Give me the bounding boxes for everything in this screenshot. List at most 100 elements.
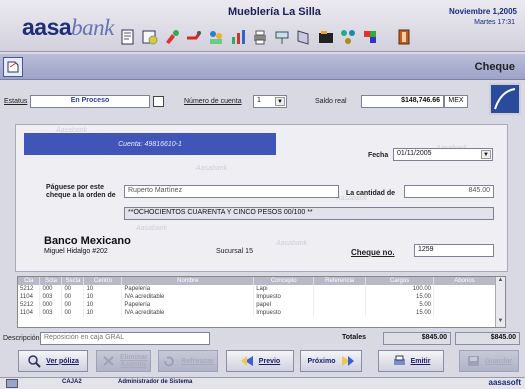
eliminar-asiento-label: Eliminar Asiento <box>120 354 148 368</box>
proximo-button[interactable]: Próximo <box>300 350 362 372</box>
save-icon <box>467 356 479 366</box>
table-cell: 10 <box>83 293 123 301</box>
amount-words-field: **OCHOCIENTOS CUARENTA Y CINCO PESOS 00/… <box>124 207 494 220</box>
column-header[interactable]: Sscta <box>61 277 85 285</box>
table-cell <box>433 285 496 293</box>
fecha-select[interactable]: 01/11/2005 ▼ <box>393 148 493 161</box>
logo-bank: bank <box>71 15 114 40</box>
scroll-down-icon[interactable]: ▼ <box>496 318 505 327</box>
column-header[interactable]: Cta <box>18 277 41 285</box>
header: aasabank Mueblería La Silla Noviembre 1,… <box>0 0 525 52</box>
table-cell: Impuesto <box>253 293 315 301</box>
column-header[interactable]: Centro <box>83 277 123 285</box>
ver-poliza-button[interactable]: Ver póliza <box>18 350 88 372</box>
table-cell <box>313 285 367 293</box>
bank-address: Miguel Hidalgo #202 <box>44 248 108 255</box>
emitir-label: Emitir <box>410 357 431 365</box>
signature-icon[interactable] <box>489 83 521 115</box>
table-cell <box>433 309 496 317</box>
table-cell <box>313 293 367 301</box>
proximo-label: Próximo <box>307 357 336 365</box>
eliminar-asiento-button[interactable]: Eliminar Asiento <box>96 350 151 372</box>
refresh-icon <box>164 356 175 367</box>
table-row[interactable]: 1104 003 00 10 IVA acreditable Impuesto … <box>18 309 496 317</box>
table-cell: 00 <box>61 285 85 293</box>
cuenta-select-value: 1 <box>257 97 261 104</box>
cheque-no-label: Cheque no. <box>351 248 395 257</box>
column-header[interactable]: Nombre <box>121 277 255 285</box>
table-cell: 003 <box>39 309 63 317</box>
column-header[interactable]: Concepto <box>253 277 315 285</box>
book-icon[interactable] <box>294 26 314 48</box>
notes-icon[interactable] <box>118 26 138 48</box>
amount-field[interactable]: 845.00 <box>404 185 494 198</box>
table-cell: 10 <box>83 301 123 309</box>
refrescar-button[interactable]: Refrescar <box>158 350 218 372</box>
chart-icon[interactable] <box>228 26 248 48</box>
tools-icon[interactable] <box>184 26 204 48</box>
users-icon[interactable] <box>206 26 226 48</box>
exit-icon[interactable] <box>394 26 414 48</box>
printer-icon[interactable] <box>250 26 270 48</box>
brand-logo: aasasoft <box>488 378 521 387</box>
fecha-label: Fecha <box>368 152 389 159</box>
branch-label: Sucursal 15 <box>216 248 253 255</box>
table-row[interactable]: 5212 000 00 10 Papelería Lapi 100.00 <box>18 285 496 293</box>
previo-button[interactable]: Previo <box>226 350 294 372</box>
ver-poliza-label: Ver póliza <box>46 357 79 365</box>
guardar-button[interactable]: Guardar <box>459 350 519 372</box>
scroll-up-icon[interactable]: ▲ <box>496 277 505 286</box>
folder-icon[interactable] <box>316 26 336 48</box>
network-icon[interactable] <box>338 26 358 48</box>
estatus-checkbox[interactable] <box>153 96 164 107</box>
chevron-down-icon[interactable]: ▼ <box>481 150 491 159</box>
table-cell <box>433 293 496 301</box>
amount-label: La cantidad de <box>346 190 396 197</box>
emitir-button[interactable]: Emitir <box>378 350 444 372</box>
table-scrollbar[interactable]: ▲ ▼ <box>495 277 505 327</box>
column-header[interactable]: Scta <box>39 277 63 285</box>
cuenta-select[interactable]: 1 ▼ <box>253 95 287 108</box>
table-cell <box>313 309 367 317</box>
payee-field[interactable]: Ruperto Martínez <box>124 185 339 198</box>
watermark: Aasabank <box>136 225 168 232</box>
table-cell: 10 <box>83 309 123 317</box>
table-row[interactable]: 5212 000 00 10 Papelería papel 5.00 <box>18 301 496 309</box>
table-cell: 00 <box>61 293 85 301</box>
arrow-left-icon <box>240 356 253 366</box>
document-money-icon[interactable] <box>140 26 160 48</box>
description-field[interactable]: Reposición en caja GRAL <box>40 332 210 345</box>
page-title: Cheque <box>474 61 515 73</box>
table-cell: Papelería <box>121 301 255 309</box>
table-cell: 100.00 <box>365 285 435 293</box>
account-banner: Cuenta: 49816610-1 <box>24 133 276 155</box>
column-header[interactable]: Referencia <box>313 277 367 285</box>
table-cell: Papelería <box>121 285 255 293</box>
table-cell: 5212 <box>18 301 41 309</box>
saldo-label: Saldo real <box>315 98 347 105</box>
flow-icon[interactable] <box>272 26 292 48</box>
watermark: Aasabank <box>196 165 228 172</box>
chevron-down-icon[interactable]: ▼ <box>275 97 285 106</box>
table-row[interactable]: 1104 003 00 10 IVA acreditable Impuesto … <box>18 293 496 301</box>
column-header[interactable]: Cargos <box>365 277 435 285</box>
table-cell <box>433 301 496 309</box>
estatus-field: En Proceso <box>30 95 150 108</box>
action-buttons: Ver póliza Eliminar Asiento Refrescar Pr… <box>0 349 525 375</box>
column-header[interactable]: Abonos <box>433 277 496 285</box>
table-cell: 1104 <box>18 309 41 317</box>
time-label: Martes 17:31 <box>474 19 515 26</box>
table-cell: papel <box>253 301 315 309</box>
description-label: Descripción <box>3 335 40 342</box>
saldo-field: $148,746.66 <box>361 95 444 108</box>
payee-label-line2: cheque a la orden de <box>46 192 116 199</box>
paint-icon[interactable] <box>162 26 182 48</box>
table-cell: 15.00 <box>365 309 435 317</box>
cheque-form-icon <box>3 57 23 77</box>
table-cell: 5212 <box>18 285 41 293</box>
table-cell: 15.00 <box>365 293 435 301</box>
caja-label: CAJA2 <box>62 379 82 385</box>
puzzle-icon[interactable] <box>360 26 380 48</box>
cheque-no-field[interactable]: 1259 <box>414 244 494 257</box>
cheque-panel: Aasabank Aasabank Aasabank Aasabank Aasa… <box>15 124 508 272</box>
